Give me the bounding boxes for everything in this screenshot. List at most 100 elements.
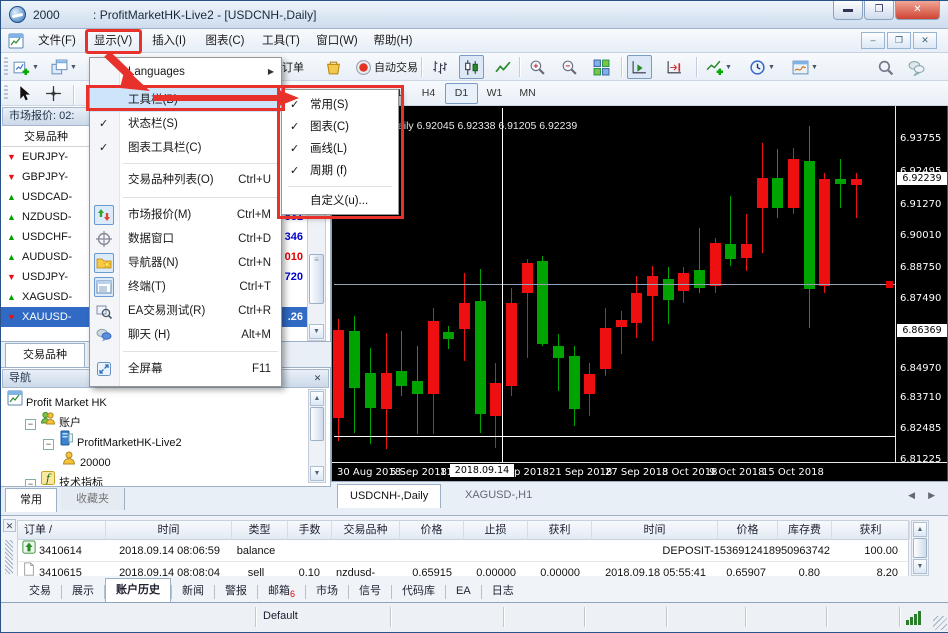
terminal-tab-EA[interactable]: EA xyxy=(446,581,481,603)
tab-scroll-left-icon[interactable]: ◀ xyxy=(908,490,915,501)
dropdown-caret-icon[interactable]: ▼ xyxy=(768,64,775,71)
crosshair-button[interactable] xyxy=(41,83,66,104)
orders-column-header[interactable]: 价格 xyxy=(718,521,778,539)
terminal-tab-信号[interactable]: 信号 xyxy=(349,581,391,603)
view-menu-item[interactable]: 导航器(N)Ctrl+N xyxy=(90,251,281,275)
menubar-item-1[interactable]: 文件(F) xyxy=(31,30,83,52)
orders-column-header[interactable]: 类型 xyxy=(232,521,288,539)
terminal-tab-新闻[interactable]: 新闻 xyxy=(172,581,214,603)
timeframe-mn-button[interactable]: MN xyxy=(511,83,544,104)
linechart-button[interactable] xyxy=(491,55,516,79)
recycle-button[interactable] xyxy=(321,55,346,79)
orders-column-header[interactable]: 价格 xyxy=(400,521,464,539)
window-close-button[interactable]: ✕ xyxy=(895,1,940,20)
menubar-item-7[interactable]: 帮助(H) xyxy=(367,30,419,52)
menubar-item-6[interactable]: 窗口(W) xyxy=(311,30,363,52)
timeframe-h4-button[interactable]: H4 xyxy=(412,83,445,104)
navigator-tree-item[interactable]: 20000 xyxy=(3,450,303,470)
chart-area[interactable]: USDCNH-,Daily 6.92045 6.92338 6.91205 6.… xyxy=(331,106,947,481)
terminal-tab-邮箱[interactable]: 邮箱6 xyxy=(258,581,305,603)
candlechart-button[interactable] xyxy=(459,55,484,79)
menubar-item-3[interactable]: 插入(I) xyxy=(143,30,195,52)
menubar-item-4[interactable]: 图表(C) xyxy=(199,30,251,52)
dropdown-caret-icon[interactable]: ▼ xyxy=(32,64,39,71)
orders-column-header[interactable]: 手数 xyxy=(288,521,332,539)
scroll-down-icon[interactable]: ▼ xyxy=(913,559,927,574)
view-menu-item[interactable]: ✓图表工具栏(C) xyxy=(90,136,281,160)
dropdown-caret-icon[interactable]: ▼ xyxy=(811,64,818,71)
tile-button[interactable] xyxy=(589,55,614,79)
chat2-button[interactable] xyxy=(904,55,929,79)
terminal-scrollbar[interactable]: ▲ ▼ xyxy=(911,520,929,576)
orders-column-header[interactable]: 交易品种 xyxy=(332,521,400,539)
market-watch-column-header[interactable]: 交易品种 xyxy=(24,131,68,143)
autotrade-button[interactable]: 自动交易 xyxy=(351,55,422,79)
view-menu-item[interactable]: 全屏幕F11 xyxy=(90,357,281,381)
terminal-tab-警报[interactable]: 警报 xyxy=(215,581,257,603)
order-row[interactable]: 34106152018.09.14 08:08:04sell0.10nzdusd… xyxy=(18,562,908,576)
dropdown-caret-icon[interactable]: ▼ xyxy=(70,64,77,71)
view-menu-item[interactable]: 交易品种列表(O)Ctrl+U xyxy=(90,168,281,192)
orders-column-header[interactable]: 库存费 xyxy=(778,521,832,539)
find-button[interactable] xyxy=(873,55,898,79)
view-menu-item[interactable]: 终端(T)Ctrl+T xyxy=(90,275,281,299)
indicator-button[interactable]: ▼ xyxy=(702,55,736,79)
cursor-button[interactable] xyxy=(11,83,36,104)
scroll-up-icon[interactable]: ▲ xyxy=(310,391,324,406)
template-button[interactable]: ▼ xyxy=(788,55,822,79)
chart-tab-2[interactable]: XAGUSD-,H1 xyxy=(453,484,544,508)
autoscroll-button[interactable] xyxy=(627,55,652,79)
view-menu-item[interactable]: ✓状态栏(S) xyxy=(90,112,281,136)
zoomout-button[interactable] xyxy=(557,55,582,79)
navigator-close-icon[interactable]: ✕ xyxy=(311,372,324,385)
terminal-tab-日志[interactable]: 日志 xyxy=(482,581,524,603)
window-restore-button[interactable]: ❐ xyxy=(864,1,894,20)
order-row[interactable]: 34106142018.09.14 08:06:59balance100.00D… xyxy=(18,540,908,562)
terminal-close-icon[interactable]: ✕ xyxy=(3,519,16,532)
view-menu-item[interactable]: Languages▶ xyxy=(90,60,281,84)
scroll-up-icon[interactable]: ▲ xyxy=(913,522,927,537)
navigator-tab-2[interactable]: 收藏夹 xyxy=(61,488,125,510)
navigator-tab-1[interactable]: 常用 xyxy=(5,488,57,512)
profiles-button[interactable]: ▼ xyxy=(47,55,81,79)
period-button[interactable]: ▼ xyxy=(745,55,779,79)
terminal-tab-代码库[interactable]: 代码库 xyxy=(392,581,445,603)
scroll-down-icon[interactable]: ▼ xyxy=(309,324,324,339)
view-menu-item[interactable]: 市场报价(M)Ctrl+M xyxy=(90,203,281,227)
orders-column-header[interactable]: 时间 xyxy=(592,521,718,539)
menubar-item-5[interactable]: 工具(T) xyxy=(255,30,307,52)
resize-grip[interactable] xyxy=(933,616,947,630)
toolbar-grip[interactable] xyxy=(4,85,8,101)
child-close-button[interactable]: ✕ xyxy=(913,32,937,49)
chartshift-button[interactable] xyxy=(662,55,687,79)
orders-column-header[interactable]: 获利 xyxy=(832,521,910,539)
market-watch-tab-symbols[interactable]: 交易品种 xyxy=(5,343,85,367)
view-menu-item[interactable]: 数据窗口Ctrl+D xyxy=(90,227,281,251)
toolbar-grip[interactable] xyxy=(4,57,8,76)
child-minimize-button[interactable]: – xyxy=(861,32,885,49)
scroll-down-icon[interactable]: ▼ xyxy=(310,466,324,481)
tree-expander-icon[interactable]: − xyxy=(43,439,54,450)
orders-column-header[interactable]: 获利 xyxy=(528,521,592,539)
terminal-tab-市场[interactable]: 市场 xyxy=(306,581,348,603)
chart-tab-1[interactable]: USDCNH-,Daily xyxy=(337,484,441,508)
navigator-tree-item[interactable]: − 账户 xyxy=(3,410,303,430)
navigator-scrollbar[interactable]: ▲ ▼ xyxy=(308,389,326,483)
child-restore-button[interactable]: ❐ xyxy=(887,32,911,49)
terminal-tab-交易[interactable]: 交易 xyxy=(19,581,61,603)
orders-column-header[interactable]: 订单 / xyxy=(18,521,106,539)
tree-expander-icon[interactable]: − xyxy=(25,419,36,430)
tab-scroll-right-icon[interactable]: ▶ xyxy=(928,490,935,501)
timeframe-w1-button[interactable]: W1 xyxy=(478,83,511,104)
navigator-tree-item[interactable]: − ProfitMarketHK-Live2 xyxy=(3,430,303,450)
terminal-tab-账户历史[interactable]: 账户历史 xyxy=(105,578,171,603)
terminal-grip[interactable] xyxy=(5,540,13,574)
terminal-tab-展示[interactable]: 展示 xyxy=(62,581,104,603)
timeframe-d1-button[interactable]: D1 xyxy=(445,83,478,104)
window-minimize-button[interactable]: ▬ xyxy=(833,1,863,20)
navigator-tree-item[interactable]: Profit Market HK xyxy=(3,390,303,410)
newchart-button[interactable]: ▼ xyxy=(9,55,43,79)
profile-name[interactable]: Default xyxy=(263,610,298,622)
orders-column-header[interactable]: 止损 xyxy=(464,521,528,539)
zoomin-button[interactable] xyxy=(525,55,550,79)
